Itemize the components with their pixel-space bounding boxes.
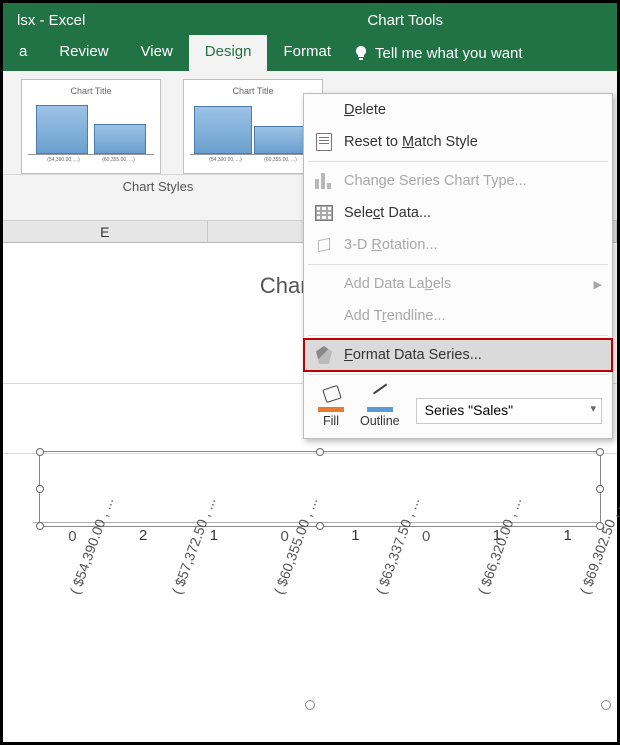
chart-handle[interactable] (601, 700, 611, 710)
outline-pen-icon (367, 386, 393, 412)
chart-type-icon (314, 171, 334, 191)
ctx-delete[interactable]: Delete (304, 94, 612, 126)
tab-format[interactable]: Format (267, 35, 347, 71)
rotate-3d-icon (314, 235, 334, 255)
ctx-change-chart-type: Change Series Chart Type... (304, 165, 612, 197)
tab-design[interactable]: Design (189, 35, 268, 71)
ctx-format-data-series[interactable]: Format Data Series... (304, 339, 612, 371)
tell-me-search[interactable]: Tell me what you want (347, 35, 529, 71)
reset-icon (314, 132, 334, 152)
ctx-select-data[interactable]: Select Data... (304, 197, 612, 229)
outline-button[interactable]: Outline (360, 386, 400, 428)
submenu-arrow-icon: ▶ (594, 278, 602, 291)
series-selector[interactable]: Series "Sales" (416, 398, 602, 424)
chart-tools-title: Chart Tools (353, 6, 457, 35)
fill-button[interactable]: Fill (318, 386, 344, 428)
ctx-reset-style[interactable]: Reset to Match Style (304, 126, 612, 158)
title-bar: lsx - Excel Chart Tools (3, 3, 617, 35)
app-title: lsx - Excel (3, 6, 99, 35)
x-axis-labels: ( $54,390.00 , ...( $57,372.50 , ...( $6… (33, 543, 607, 693)
tab-partial[interactable]: a (3, 35, 43, 71)
ribbon-tabs: a Review View Design Format Tell me what… (3, 35, 617, 71)
ctx-add-trendline: Add Trendline... (304, 300, 612, 332)
select-data-icon (314, 203, 334, 223)
tell-me-label: Tell me what you want (375, 45, 523, 62)
lightbulb-icon (353, 45, 369, 61)
chart-styles-label: Chart Styles (3, 174, 313, 197)
ctx-3d-rotation: 3-D Rotation... (304, 229, 612, 261)
format-series-icon (314, 345, 334, 365)
chart-handle[interactable] (305, 700, 315, 710)
chart-style-2[interactable]: Chart Title (54,390.00, ...)(60,355.00, … (183, 79, 323, 174)
fill-bucket-icon (318, 386, 344, 412)
chart-style-1[interactable]: Chart Title (54,390.00, ...)(60,355.00, … (21, 79, 161, 174)
ctx-add-data-labels: Add Data Labels ▶ (304, 268, 612, 300)
tab-review[interactable]: Review (43, 35, 124, 71)
tab-view[interactable]: View (125, 35, 189, 71)
col-e[interactable]: E (3, 221, 208, 242)
context-menu: Delete Reset to Match Style Change Serie… (303, 93, 613, 439)
